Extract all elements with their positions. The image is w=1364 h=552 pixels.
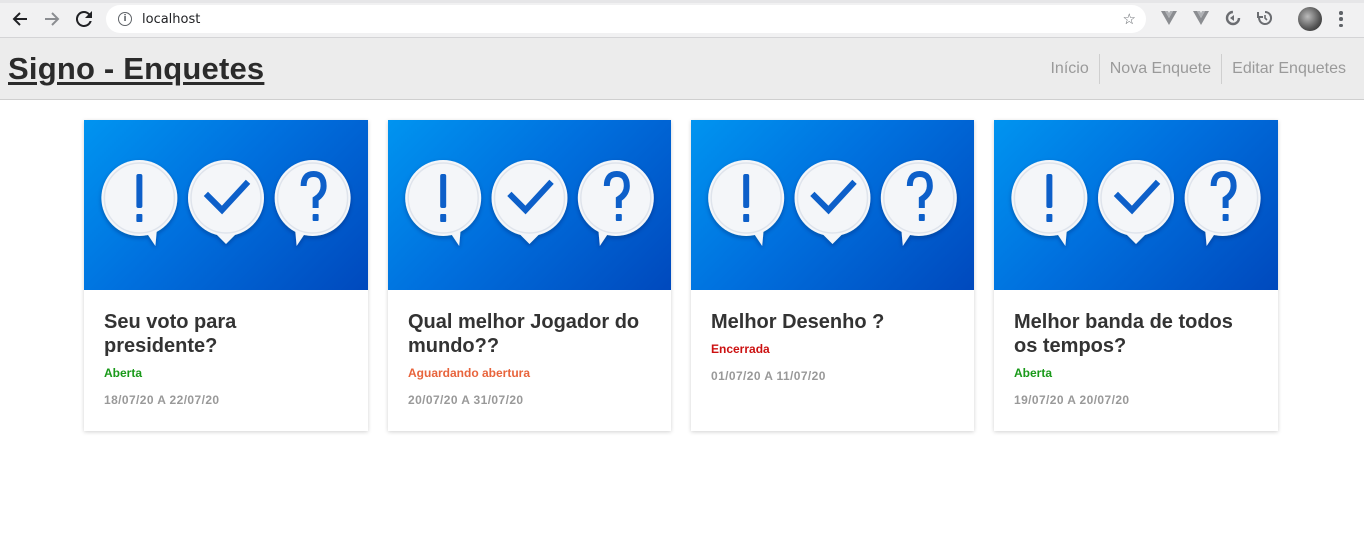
- poll-illustration: [708, 160, 957, 246]
- poll-card-body: Melhor banda de todos os tempos? Aberta …: [994, 290, 1278, 431]
- nav-link-editar-enquetes[interactable]: Editar Enquetes: [1222, 54, 1356, 84]
- extension-icon[interactable]: [1224, 9, 1242, 27]
- poll-card-image: [84, 120, 368, 290]
- poll-card[interactable]: Melhor banda de todos os tempos? Aberta …: [994, 120, 1278, 431]
- info-icon[interactable]: i: [118, 12, 132, 26]
- poll-dates: 01/07/20 A 11/07/20: [711, 369, 826, 383]
- profile-avatar[interactable]: [1298, 7, 1322, 31]
- tab-strip-edge: [0, 0, 1364, 3]
- poll-status: Aberta: [104, 366, 143, 380]
- question-bubble-icon: [880, 160, 957, 246]
- check-bubble-icon: [491, 160, 568, 244]
- star-icon[interactable]: ☆: [1123, 10, 1136, 28]
- url-text: localhost: [142, 11, 201, 27]
- question-bubble-icon: [577, 160, 654, 246]
- poll-card[interactable]: Melhor Desenho ? Encerrada 01/07/20 A 11…: [691, 120, 974, 431]
- app-header: Signo - Enquetes Início Nova Enquete Edi…: [0, 38, 1364, 100]
- check-bubble-icon: [1098, 160, 1174, 244]
- poll-illustration: [1011, 160, 1261, 246]
- poll-dates: 18/07/20 A 22/07/20: [104, 393, 220, 407]
- poll-title[interactable]: Melhor banda de todos os tempos?: [1014, 310, 1258, 358]
- poll-card-body: Qual melhor Jogador do mundo?? Aguardand…: [388, 290, 671, 431]
- forward-icon[interactable]: [37, 4, 67, 34]
- check-bubble-icon: [188, 160, 264, 244]
- poll-card[interactable]: Qual melhor Jogador do mundo?? Aguardand…: [388, 120, 671, 431]
- nav-link-nova-enquete[interactable]: Nova Enquete: [1100, 54, 1221, 84]
- poll-dates: 19/07/20 A 20/07/20: [1014, 393, 1130, 407]
- site-title-link[interactable]: Signo - Enquetes: [8, 51, 264, 87]
- poll-status: Encerrada: [711, 342, 770, 356]
- nav-link-inicio[interactable]: Início: [1040, 54, 1098, 84]
- poll-card[interactable]: Seu voto para presidente? Aberta 18/07/2…: [84, 120, 368, 431]
- exclamation-bubble-icon: [101, 160, 178, 246]
- question-bubble-icon: [274, 160, 351, 246]
- poll-card-body: Seu voto para presidente? Aberta 18/07/2…: [84, 290, 368, 431]
- vue-extension-icon[interactable]: [1192, 9, 1210, 27]
- history-icon[interactable]: [1256, 9, 1274, 27]
- poll-card-body: Melhor Desenho ? Encerrada 01/07/20 A 11…: [691, 290, 974, 407]
- poll-illustration: [101, 160, 351, 246]
- poll-card-list: Seu voto para presidente? Aberta 18/07/2…: [84, 120, 1278, 431]
- poll-status: Aguardando abertura: [408, 366, 531, 380]
- poll-dates: 20/07/20 A 31/07/20: [408, 393, 524, 407]
- question-bubble-icon: [1184, 160, 1261, 246]
- poll-card-image: [388, 120, 671, 290]
- poll-card-image: [994, 120, 1278, 290]
- poll-card-image: [691, 120, 974, 290]
- browser-toolbar: i localhost ☆: [0, 0, 1364, 38]
- top-nav: Início Nova Enquete Editar Enquetes: [1040, 53, 1356, 84]
- address-bar[interactable]: i localhost ☆: [106, 5, 1146, 33]
- reload-icon[interactable]: [69, 4, 99, 34]
- poll-title[interactable]: Seu voto para presidente?: [104, 310, 348, 358]
- exclamation-bubble-icon: [1011, 160, 1088, 246]
- exclamation-bubble-icon: [708, 160, 785, 246]
- vue-devtools-icon[interactable]: [1160, 9, 1178, 27]
- poll-title[interactable]: Qual melhor Jogador do mundo??: [408, 310, 651, 358]
- poll-illustration: [405, 160, 654, 246]
- check-bubble-icon: [794, 160, 871, 244]
- exclamation-bubble-icon: [405, 160, 482, 246]
- poll-status: Aberta: [1014, 366, 1053, 380]
- poll-title[interactable]: Melhor Desenho ?: [711, 310, 954, 334]
- back-icon[interactable]: [5, 4, 35, 34]
- menu-icon[interactable]: [1336, 9, 1346, 29]
